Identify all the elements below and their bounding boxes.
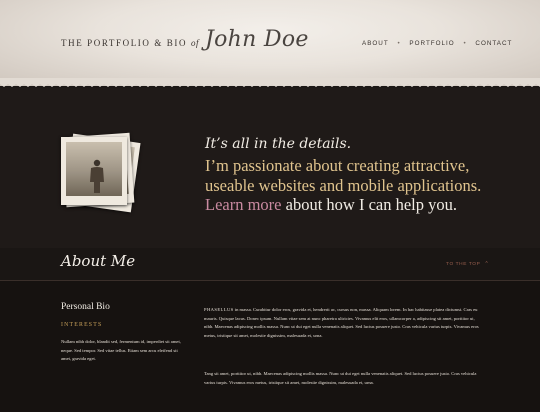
nav-about[interactable]: ABOUT: [362, 40, 389, 47]
signature-logo[interactable]: John Doe: [205, 27, 309, 52]
brand-title[interactable]: THE PORTFOLIO & BIO of: [61, 38, 199, 48]
profile-photo: [61, 137, 127, 205]
bio-paragraph-2: Tang sit amet, porttitor ut, nibh. Maece…: [204, 371, 477, 385]
brand-prefix: THE PORTFOLIO & BIO: [61, 38, 188, 48]
nav-separator: •: [397, 40, 401, 47]
bio-lead-word: PHASELLUS: [204, 307, 234, 312]
nav-separator: •: [463, 40, 467, 47]
zigzag-divider: [0, 78, 540, 87]
nav-portfolio[interactable]: PORTFOLIO: [409, 40, 454, 47]
bio-paragraph-1-text: in massa. Curabitur dolor eros, gravida …: [204, 307, 479, 338]
to-top-link[interactable]: TO THE TOP ⌃: [446, 262, 489, 267]
about-title: About Me: [61, 252, 136, 270]
nav-contact[interactable]: CONTACT: [475, 40, 512, 47]
bio-title: Personal Bio: [61, 302, 110, 312]
main-nav: ABOUT • PORTFOLIO • CONTACT: [362, 40, 512, 47]
chevron-up-icon: ⌃: [484, 262, 490, 267]
interests-label: INTERESTS: [61, 322, 103, 328]
to-top-label: TO THE TOP: [446, 262, 481, 267]
learn-more-link[interactable]: Learn more: [205, 195, 282, 214]
brand-of: of: [190, 38, 199, 48]
tagline-main: I’m passionate about creating attractive…: [205, 156, 482, 195]
bio-paragraph-1: PHASELLUS in massa. Curabitur dolor eros…: [204, 306, 480, 340]
tagline-italic: It’s all in the details.: [205, 136, 352, 152]
tagline-end: about how I can help you.: [281, 195, 457, 214]
person-silhouette-icon: [90, 159, 104, 193]
interests-text: Nullam nibh dolor, blandit sed, fermentu…: [61, 339, 181, 361]
tagline: I’m passionate about creating attractive…: [205, 156, 505, 215]
